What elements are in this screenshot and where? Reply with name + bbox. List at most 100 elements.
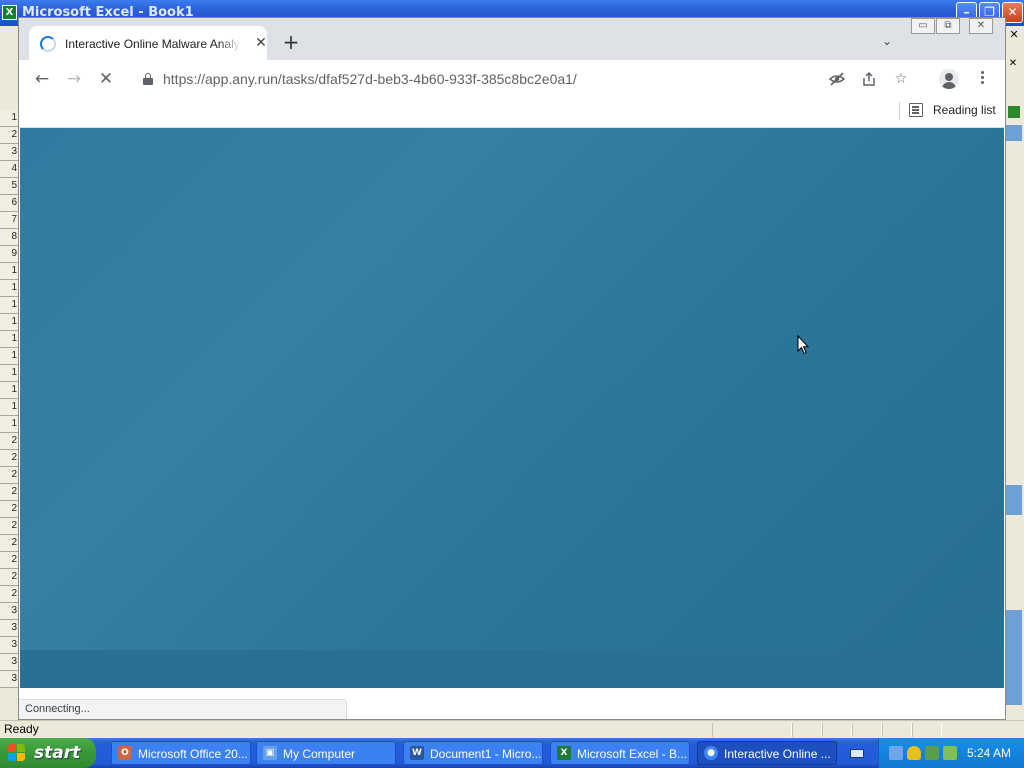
profile-avatar-icon[interactable] bbox=[939, 69, 959, 89]
volume-icon[interactable] bbox=[943, 746, 957, 760]
status-cell bbox=[882, 723, 912, 737]
excel-row-header[interactable]: 3 bbox=[0, 671, 18, 688]
start-label: start bbox=[34, 743, 81, 763]
tab-strip: Interactive Online Malware Analysis ✕ + … bbox=[19, 18, 1005, 60]
url-text[interactable]: https://app.any.run/tasks/dfaf527d-beb3-… bbox=[163, 71, 577, 87]
excel-row-header[interactable]: 1 bbox=[0, 382, 18, 399]
bookmarks-bar: Reading list bbox=[19, 98, 1005, 128]
eye-off-icon[interactable] bbox=[828, 71, 846, 87]
tab-title-fade bbox=[219, 34, 241, 54]
excel-row-header[interactable]: 1 bbox=[0, 399, 18, 416]
excel-row-header[interactable]: 1 bbox=[0, 110, 18, 127]
page-bottom-strip bbox=[20, 650, 1004, 688]
lock-icon[interactable] bbox=[143, 73, 153, 85]
excel-row-headers: 1234567891111111111222222222233333 bbox=[0, 26, 18, 719]
start-button[interactable]: start bbox=[0, 738, 96, 768]
word-icon: W bbox=[410, 746, 424, 760]
excel-row-header[interactable]: 8 bbox=[0, 229, 18, 246]
chrome-minimize-button[interactable]: ▭ bbox=[911, 18, 935, 34]
windows-logo-icon bbox=[8, 744, 26, 762]
excel-row-header[interactable]: 2 bbox=[0, 433, 18, 450]
chrome-menu-icon[interactable] bbox=[981, 69, 985, 89]
excel-row-header[interactable]: 2 bbox=[0, 552, 18, 569]
excel-row-header[interactable]: 1 bbox=[0, 365, 18, 382]
pane-close-icon-2[interactable]: ✕ bbox=[1007, 58, 1019, 70]
tray-app-icon[interactable] bbox=[925, 746, 939, 760]
taskbar-item-office[interactable]: O Microsoft Office 20... bbox=[111, 741, 251, 765]
new-tab-button[interactable]: + bbox=[281, 32, 301, 52]
excel-row-header[interactable]: 3 bbox=[0, 637, 18, 654]
mouse-cursor-icon bbox=[797, 335, 809, 355]
pane-block-1 bbox=[1006, 125, 1022, 141]
pane-close-icon[interactable]: ✕ bbox=[1007, 28, 1021, 42]
excel-row-header[interactable]: 2 bbox=[0, 501, 18, 518]
excel-app-icon[interactable]: X bbox=[2, 5, 17, 20]
status-cell bbox=[912, 723, 942, 737]
status-bubble: Connecting... bbox=[19, 699, 347, 719]
clock[interactable]: 5:24 AM bbox=[967, 746, 1011, 760]
excel-row-header[interactable]: 3 bbox=[0, 603, 18, 620]
excel-row-header[interactable]: 5 bbox=[0, 178, 18, 195]
pane-block-2 bbox=[1006, 485, 1022, 515]
excel-row-header[interactable]: 7 bbox=[0, 212, 18, 229]
excel-row-header[interactable]: 1 bbox=[0, 263, 18, 280]
taskbar-item-label: Document1 - Micro... bbox=[430, 747, 542, 761]
excel-status-bar: Ready bbox=[0, 720, 1024, 738]
excel-row-header[interactable]: 1 bbox=[0, 416, 18, 433]
excel-row-header[interactable]: 2 bbox=[0, 127, 18, 144]
address-bar[interactable]: https://app.any.run/tasks/dfaf527d-beb3-… bbox=[131, 64, 965, 94]
back-button[interactable]: ← bbox=[31, 68, 53, 90]
excel-row-header[interactable]: 2 bbox=[0, 467, 18, 484]
taskbar-item-label: Interactive Online ... bbox=[724, 747, 831, 761]
taskbar-item-my-computer[interactable]: ▣ My Computer bbox=[256, 741, 396, 765]
status-cell bbox=[792, 723, 822, 737]
network-icon[interactable] bbox=[889, 746, 903, 760]
excel-row-header[interactable]: 2 bbox=[0, 450, 18, 467]
security-shield-icon[interactable] bbox=[907, 746, 921, 760]
tab-search-chevron-icon[interactable]: ⌄ bbox=[879, 34, 895, 50]
taskbar-item-excel[interactable]: X Microsoft Excel - B... bbox=[550, 741, 690, 765]
excel-row-header[interactable]: 2 bbox=[0, 535, 18, 552]
excel-row-header[interactable]: 4 bbox=[0, 161, 18, 178]
excel-row-header[interactable]: 9 bbox=[0, 246, 18, 263]
keyboard-icon[interactable] bbox=[850, 749, 864, 758]
page-content-loading[interactable] bbox=[20, 128, 1004, 688]
excel-row-header[interactable]: 2 bbox=[0, 569, 18, 586]
excel-row-header[interactable]: 1 bbox=[0, 314, 18, 331]
excel-row-header[interactable]: 6 bbox=[0, 195, 18, 212]
chrome-restore-button[interactable]: ⧉ bbox=[936, 18, 960, 34]
stop-loading-button[interactable]: ✕ bbox=[95, 68, 117, 90]
pane-block-3 bbox=[1006, 610, 1022, 705]
system-tray: 5:24 AM bbox=[878, 738, 1024, 768]
taskbar-item-document1[interactable]: W Document1 - Micro... bbox=[403, 741, 543, 765]
chrome-toolbar: ← → ✕ https://app.any.run/tasks/dfaf527d… bbox=[19, 60, 1005, 98]
loading-spinner-icon bbox=[40, 36, 56, 52]
status-cell bbox=[712, 723, 792, 737]
excel-row-header[interactable]: 3 bbox=[0, 620, 18, 637]
taskbar-item-label: Microsoft Excel - B... bbox=[577, 747, 688, 761]
reading-list-label: Reading list bbox=[933, 103, 996, 117]
computer-icon: ▣ bbox=[263, 746, 277, 760]
office-icon: O bbox=[118, 746, 132, 760]
tab-close-icon[interactable]: ✕ bbox=[253, 35, 269, 51]
excel-row-header[interactable]: 3 bbox=[0, 654, 18, 671]
taskbar-item-label: Microsoft Office 20... bbox=[138, 747, 248, 761]
excel-row-header[interactable]: 2 bbox=[0, 586, 18, 603]
excel-row-header[interactable]: 1 bbox=[0, 297, 18, 314]
excel-row-header[interactable]: 2 bbox=[0, 518, 18, 535]
tab-interactive-online-malware-analysis[interactable]: Interactive Online Malware Analysis ✕ bbox=[29, 26, 267, 60]
pane-nav-icon[interactable] bbox=[1008, 106, 1020, 118]
excel-row-header[interactable]: 2 bbox=[0, 484, 18, 501]
chrome-close-button[interactable]: ✕ bbox=[969, 18, 993, 34]
bookmarks-separator bbox=[899, 102, 900, 120]
excel-row-header[interactable]: 3 bbox=[0, 144, 18, 161]
taskbar-item-chrome[interactable]: ● Interactive Online ... bbox=[697, 741, 837, 765]
excel-row-header[interactable]: 1 bbox=[0, 331, 18, 348]
excel-row-header[interactable]: 1 bbox=[0, 280, 18, 297]
share-icon[interactable] bbox=[861, 71, 877, 87]
bookmark-star-icon[interactable]: ☆ bbox=[893, 71, 909, 87]
excel-row-header[interactable]: 1 bbox=[0, 348, 18, 365]
forward-button[interactable]: → bbox=[63, 68, 85, 90]
excel-icon: X bbox=[557, 746, 571, 760]
status-cell bbox=[822, 723, 852, 737]
